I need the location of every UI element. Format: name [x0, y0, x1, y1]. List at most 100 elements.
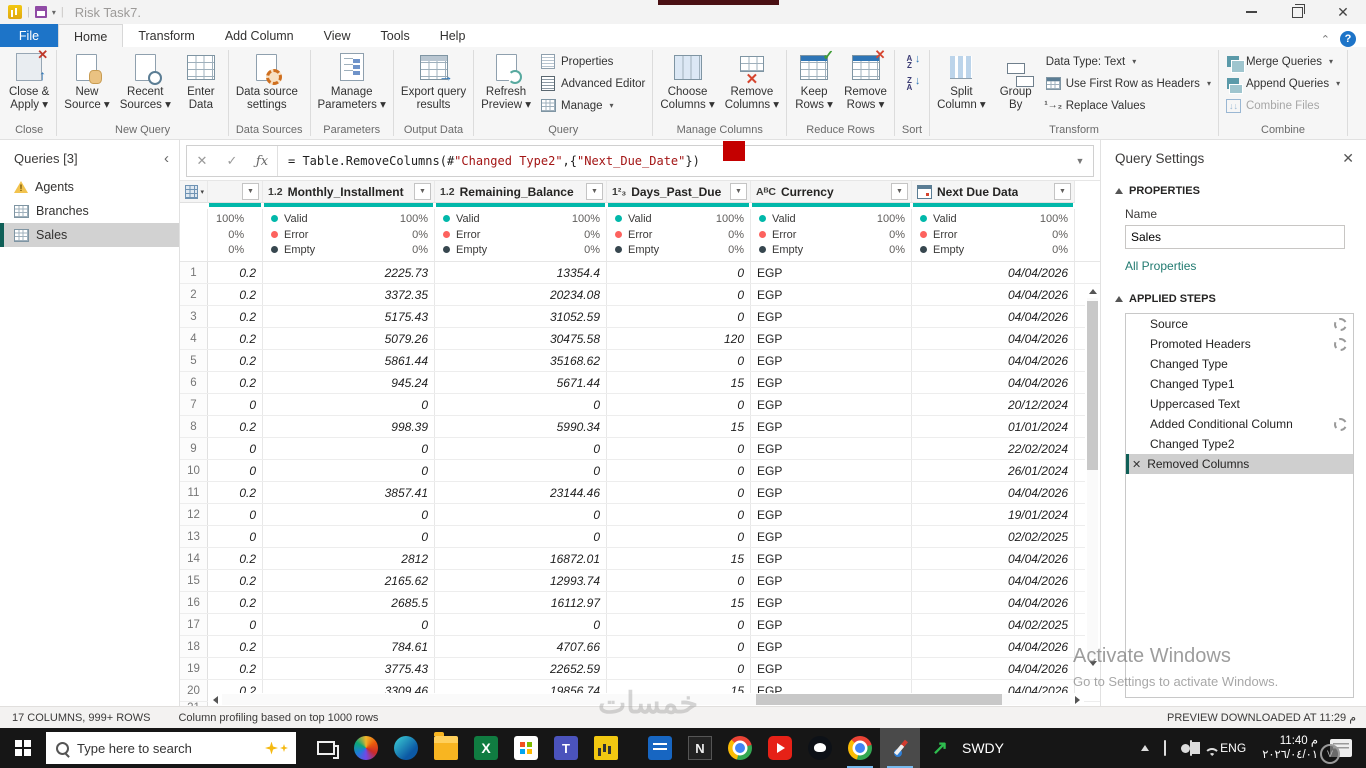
expand-formula-icon[interactable]: ▼ — [1067, 156, 1093, 166]
cell[interactable]: 4707.66 — [435, 636, 607, 657]
cell[interactable]: 0 — [208, 526, 263, 547]
keep-rows-button[interactable]: Keep Rows ▾ — [790, 47, 838, 115]
start-button[interactable] — [0, 728, 46, 768]
export-query-results-button[interactable]: Export query results — [397, 49, 470, 115]
cell[interactable]: 0 — [263, 394, 435, 415]
collapse-pane-icon[interactable]: ‹ — [164, 150, 169, 167]
cell[interactable]: 0.2 — [208, 416, 263, 437]
new-source-button[interactable]: New Source ▾ — [60, 49, 113, 115]
cell[interactable]: 04/04/2026 — [912, 372, 1075, 393]
cell[interactable]: 2812 — [263, 548, 435, 569]
cell[interactable]: 04/04/2026 — [912, 636, 1075, 657]
cell[interactable]: 19/01/2024 — [912, 504, 1075, 525]
manage-parameters-button[interactable]: Manage Parameters ▾ — [314, 49, 390, 115]
microsoft-store-icon[interactable] — [506, 728, 546, 768]
cell[interactable]: 22652.59 — [435, 658, 607, 679]
row-number[interactable]: 18 — [180, 636, 208, 657]
profiling-info[interactable]: Column profiling based on top 1000 rows — [178, 712, 378, 724]
cell[interactable]: 20234.08 — [435, 284, 607, 305]
step-settings-icon[interactable] — [1334, 337, 1347, 351]
row-number[interactable]: 12 — [180, 504, 208, 525]
cell[interactable]: 20/12/2024 — [912, 394, 1075, 415]
cell[interactable]: 0.2 — [208, 350, 263, 371]
horizontal-scrollbar[interactable] — [208, 693, 1084, 706]
power-bi-icon[interactable] — [586, 728, 626, 768]
cell[interactable]: 0 — [435, 526, 607, 547]
remove-rows-button[interactable]: Remove Rows ▾ — [840, 47, 891, 115]
close-apply-button[interactable]: Close & Apply ▾ — [5, 47, 53, 115]
cell[interactable]: 3857.41 — [263, 482, 435, 503]
sort-za-button[interactable]: ZA — [898, 73, 921, 94]
cell[interactable]: 2685.5 — [263, 592, 435, 613]
cancel-formula-icon[interactable]: ✕ — [187, 153, 217, 169]
row-number[interactable]: 13 — [180, 526, 208, 547]
cell[interactable]: 5175.43 — [263, 306, 435, 327]
cell[interactable]: 04/04/2026 — [912, 350, 1075, 371]
cell[interactable]: 0 — [607, 614, 751, 635]
cell[interactable]: 0.2 — [208, 372, 263, 393]
cell[interactable]: 0 — [263, 526, 435, 547]
cell[interactable]: 0.2 — [208, 328, 263, 349]
column-header-remaining-balance[interactable]: 1.2 Remaining_Balance ▼ — [435, 181, 607, 203]
query-name-input[interactable] — [1125, 225, 1345, 249]
filter-dropdown-button[interactable]: ▼ — [730, 183, 747, 200]
cell[interactable]: 0.2 — [208, 592, 263, 613]
cell[interactable]: 13354.4 — [435, 262, 607, 283]
data-type-text-button[interactable]: Data Type: Text ▾ — [1042, 51, 1215, 72]
cell[interactable]: 998.39 — [263, 416, 435, 437]
cell[interactable]: 26/01/2024 — [912, 460, 1075, 481]
cell[interactable]: 0 — [607, 438, 751, 459]
language-indicator[interactable]: ENG — [1220, 741, 1246, 755]
row-number[interactable]: 10 — [180, 460, 208, 481]
cell[interactable]: 0 — [208, 614, 263, 635]
cell[interactable]: 22/02/2024 — [912, 438, 1075, 459]
cell[interactable]: EGP — [751, 262, 912, 283]
cell[interactable]: 0 — [607, 570, 751, 591]
column-header-currency[interactable]: AᴮC Currency ▼ — [751, 181, 912, 203]
cell[interactable]: EGP — [751, 372, 912, 393]
data-source-settings-button[interactable]: Data source settings — [232, 49, 302, 115]
applied-steps-section-header[interactable]: APPLIED STEPS — [1115, 293, 1354, 305]
row-number[interactable]: 3 — [180, 306, 208, 327]
device-icon[interactable] — [1164, 740, 1167, 756]
cell[interactable]: EGP — [751, 350, 912, 371]
close-button[interactable]: ✕ — [1320, 0, 1366, 24]
recent-sources-button[interactable]: Recent Sources ▾ — [116, 49, 175, 115]
cell[interactable]: 0 — [607, 262, 751, 283]
cell[interactable]: 5671.44 — [435, 372, 607, 393]
scroll-up-icon[interactable] — [1086, 285, 1100, 298]
clock[interactable]: 11:40 م ٢٠٢٦/٠٤/٠١ — [1262, 734, 1318, 762]
cell[interactable]: EGP — [751, 328, 912, 349]
cell[interactable]: 0 — [435, 504, 607, 525]
cell[interactable]: EGP — [751, 592, 912, 613]
cell[interactable]: 0 — [263, 460, 435, 481]
cell[interactable]: 12993.74 — [435, 570, 607, 591]
use-first-row-as-headers-button[interactable]: Use First Row as Headers ▾ — [1042, 73, 1215, 94]
cell[interactable]: 15 — [607, 548, 751, 569]
group-by-button[interactable]: Group By — [992, 49, 1040, 115]
properties-button[interactable]: Properties — [537, 51, 649, 72]
cell[interactable]: 5990.34 — [435, 416, 607, 437]
quick-access-dropdown-icon[interactable]: ▾ — [52, 8, 56, 17]
cell[interactable]: 0 — [435, 460, 607, 481]
replace-values-button[interactable]: ¹→₂ Replace Values — [1042, 95, 1215, 116]
save-icon[interactable] — [34, 6, 47, 18]
cell[interactable]: 04/04/2026 — [912, 570, 1075, 591]
applied-step-uppercased-text[interactable]: Uppercased Text — [1126, 394, 1353, 414]
cell[interactable]: 0.2 — [208, 636, 263, 657]
cell[interactable]: 2165.62 — [263, 570, 435, 591]
query-item-sales[interactable]: Sales — [0, 223, 179, 247]
cell[interactable]: 01/01/2024 — [912, 416, 1075, 437]
row-number[interactable]: 11 — [180, 482, 208, 503]
restore-button[interactable] — [1274, 0, 1320, 24]
advanced-editor-button[interactable]: Advanced Editor — [537, 73, 649, 94]
cell[interactable]: 945.24 — [263, 372, 435, 393]
github-icon[interactable] — [800, 728, 840, 768]
cell[interactable]: 0 — [607, 306, 751, 327]
cell[interactable]: 0.2 — [208, 482, 263, 503]
cell[interactable]: 04/04/2026 — [912, 548, 1075, 569]
cell[interactable]: EGP — [751, 548, 912, 569]
excel-icon[interactable]: X — [466, 728, 506, 768]
cell[interactable]: 0 — [607, 658, 751, 679]
close-pane-icon[interactable]: ✕ — [1342, 150, 1354, 167]
